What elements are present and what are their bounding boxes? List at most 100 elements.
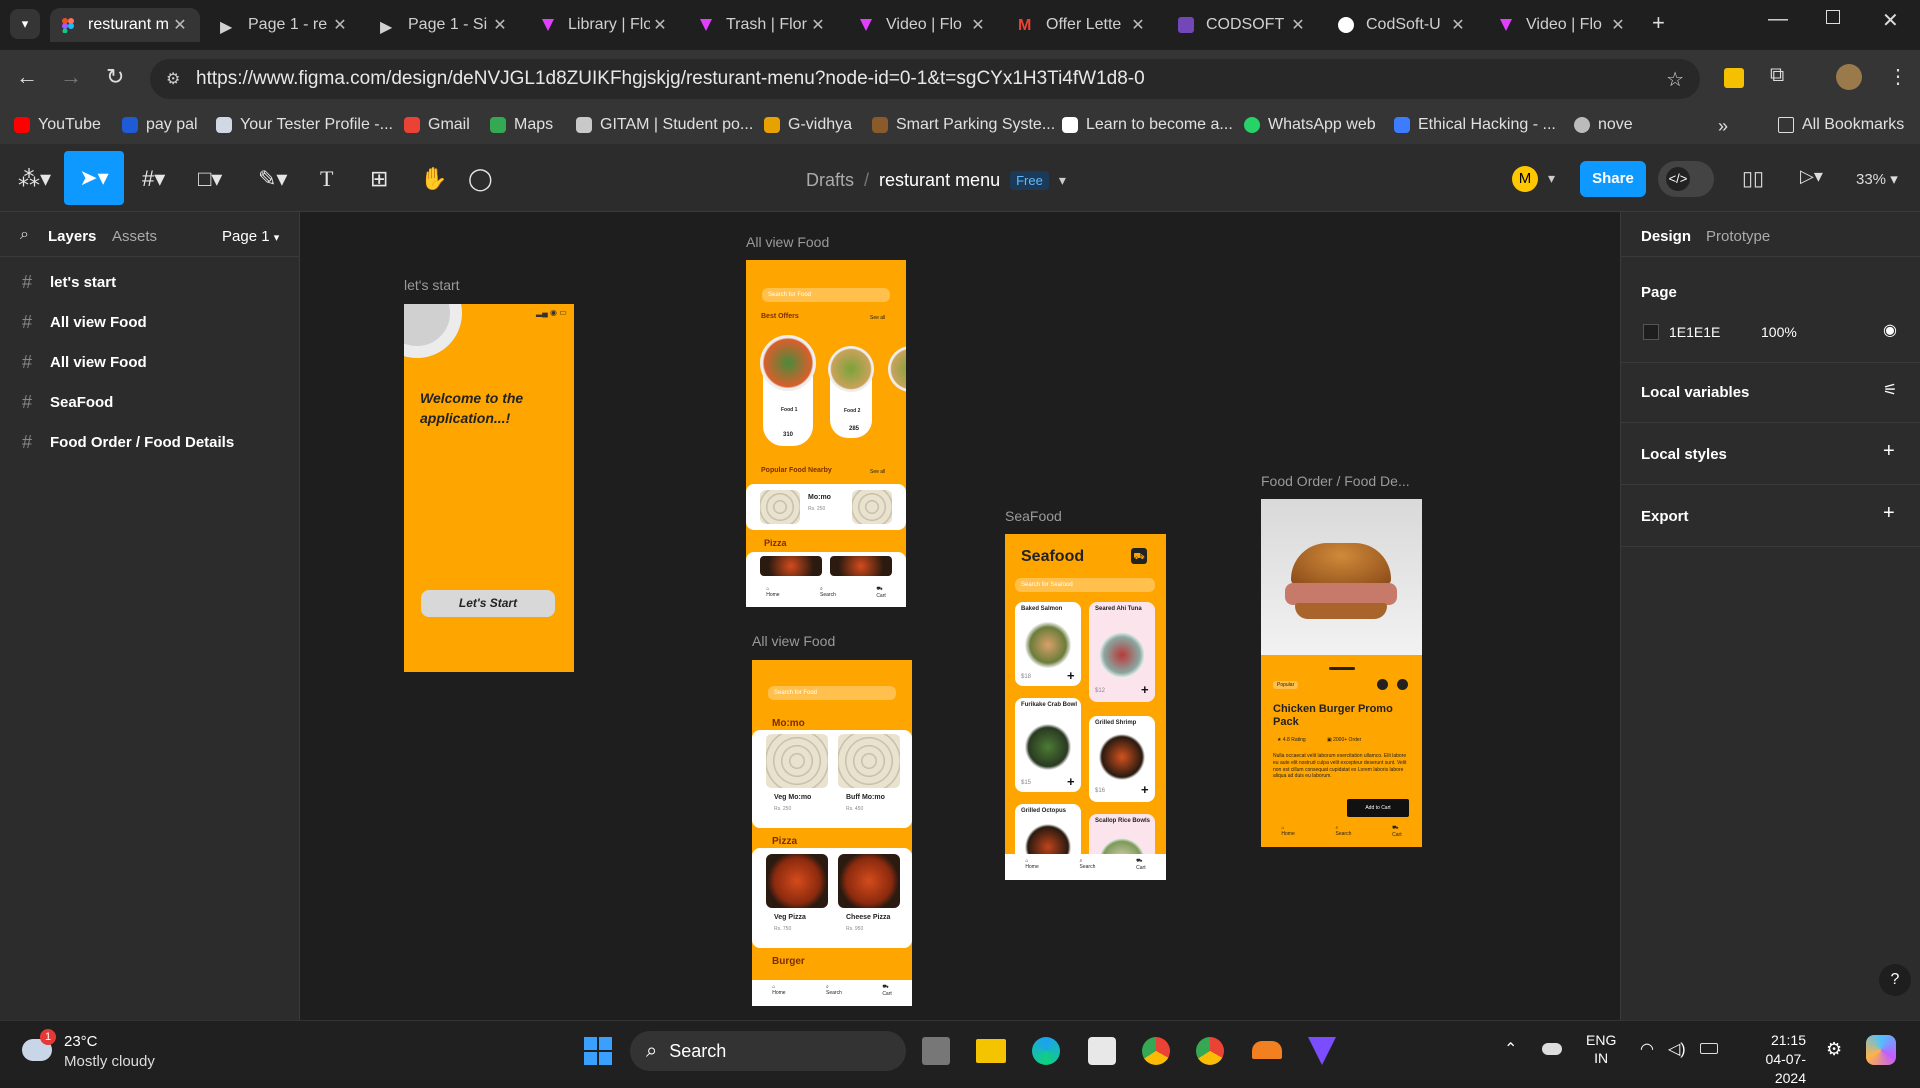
flow-app-icon[interactable] [1308,1037,1336,1065]
bookmark-paypal[interactable]: pay pal [122,116,198,134]
export-section[interactable]: Export [1641,508,1689,525]
task-view-icon[interactable] [922,1037,950,1065]
close-icon[interactable]: ✕ [1608,15,1628,35]
add-to-cart-button[interactable]: Add to Cart [1347,799,1409,817]
breadcrumb-drafts[interactable]: Drafts [806,170,854,191]
restore-button[interactable] [1826,10,1840,24]
main-menu-icon[interactable]: ⁂▾ [18,166,51,192]
add-icon[interactable]: + [1141,682,1149,697]
nav-search[interactable]: ⌕ Search [1336,825,1352,847]
close-icon[interactable]: ✕ [1288,15,1308,35]
tab-library[interactable]: Library | Flo ✕ [530,8,680,42]
library-book-icon[interactable]: ▯▯ [1742,166,1764,191]
tab-layers[interactable]: Layers [48,228,96,245]
tab-page1-si[interactable]: ▶ Page 1 - Si ✕ [370,8,520,42]
edge-icon[interactable] [1032,1037,1060,1065]
frame-food-order[interactable]: Popular Chicken Burger Promo Pack ★ 4.8 … [1261,499,1422,847]
frame-label-food-order[interactable]: Food Order / Food De... [1261,473,1410,489]
seafood-card-baked-salmon[interactable]: Baked Salmon $18 + [1015,602,1081,686]
bookmark-gmail[interactable]: Gmail [404,116,470,134]
reload-icon[interactable]: ↻ [106,64,124,90]
heart-icon[interactable] [1397,679,1408,690]
file-name[interactable]: resturant menu [879,170,1000,191]
page-selector[interactable]: Page 1 ▾ [222,228,279,245]
bookmark-ethical-hacking[interactable]: Ethical Hacking - ... [1394,116,1556,134]
new-tab-button[interactable]: + [1652,10,1665,36]
wifi-icon[interactable]: ◠ [1640,1039,1654,1059]
bookmark-tester-profile[interactable]: Your Tester Profile -... [216,116,393,134]
chrome-profile-icon[interactable] [1196,1037,1224,1065]
add-style-icon[interactable]: + [1883,440,1895,463]
nav-cart[interactable]: ⛟ Cart [1136,858,1145,880]
close-icon[interactable]: ✕ [330,15,350,35]
frame-label-all-view-food[interactable]: All view Food [746,234,829,250]
more-bookmarks-icon[interactable]: » [1718,116,1728,137]
browser-menu-icon[interactable]: ⋮ [1888,64,1908,89]
close-icon[interactable]: ✕ [968,15,988,35]
bookmark-smart-parking[interactable]: Smart Parking Syste... [872,116,1055,134]
tab-search-dropdown[interactable]: ▾ [10,9,40,39]
taskbar-search[interactable]: ⌕ Search [630,1031,906,1071]
nav-search[interactable]: ⌕ Search [826,984,842,1006]
layer-all-view-food-2[interactable]: # All view Food [22,352,147,373]
frame-all-view-food[interactable]: Search for Food Best Offers See all Food… [746,260,906,607]
nav-home[interactable]: ⌂ Home [1281,825,1294,847]
help-button[interactable]: ? [1879,964,1911,996]
close-icon[interactable]: ✕ [1128,15,1148,35]
tab-assets[interactable]: Assets [112,228,157,245]
nav-home[interactable]: ⌂ Home [1025,858,1038,880]
chevron-down-icon[interactable]: ▾ [1059,172,1066,189]
close-icon[interactable]: ✕ [170,15,190,35]
avatar[interactable]: M [1512,166,1538,192]
search-input[interactable]: Search for Food [762,288,890,302]
seafood-card-seared-tuna[interactable]: Seared Ahi Tuna $12 + [1089,602,1155,702]
cloud-app-icon[interactable] [1252,1041,1282,1059]
nav-cart[interactable]: ⛟ Cart [882,984,891,1006]
settings-icon[interactable]: ⚙ [1826,1039,1842,1060]
onedrive-icon[interactable] [1542,1043,1562,1055]
search-icon[interactable]: ⌕ [20,226,29,244]
clock[interactable]: 21:15 04-07-2024 [1740,1031,1806,1088]
tab-offer-letter[interactable]: M Offer Lette ✕ [1008,8,1158,42]
language-indicator[interactable]: ENG IN [1586,1031,1616,1067]
present-play-icon[interactable]: ▷▾ [1800,166,1823,187]
file-explorer-icon[interactable] [976,1039,1006,1063]
nav-search[interactable]: ⌕ Search [1080,858,1096,880]
forward-icon[interactable]: → [60,64,82,90]
extensions-icon[interactable]: ⧉ [1770,64,1784,87]
page-color-swatch[interactable] [1643,324,1659,340]
frame-seafood[interactable]: Seafood ⛟ Search for Seafood Baked Salmo… [1005,534,1166,880]
battery-icon[interactable] [1700,1043,1718,1054]
tab-video[interactable]: Video | Flo ✕ [848,8,998,42]
frame-label-all-view-food-2[interactable]: All view Food [752,633,835,649]
back-icon[interactable]: ← [16,64,38,90]
profile-avatar[interactable] [1836,64,1862,90]
add-icon[interactable]: + [1141,782,1149,797]
seafood-card-crab-bowl[interactable]: Furikake Crab Bowl $15 + [1015,698,1081,792]
local-styles[interactable]: Local styles [1641,446,1727,463]
page-color-hex[interactable]: 1E1E1E [1669,324,1720,340]
dev-mode-toggle[interactable]: </> [1658,161,1714,197]
close-window-button[interactable]: ✕ [1882,8,1899,33]
tab-page1-re[interactable]: ▶ Page 1 - re ✕ [210,8,360,42]
move-tool-button[interactable]: ➤▾ [64,151,124,205]
bookmark-gvidhya[interactable]: G-vidhya [764,116,852,134]
nav-home[interactable]: ⌂ Home [766,586,779,607]
chevron-up-icon[interactable]: ⌃ [1504,1039,1517,1059]
cart-icon[interactable]: ⛟ [1131,548,1147,564]
tab-trash[interactable]: Trash | Flor ✕ [688,8,838,42]
plan-badge[interactable]: Free [1010,171,1049,190]
tab-prototype[interactable]: Prototype [1706,228,1770,245]
sliders-icon[interactable]: ⚟ [1883,380,1897,400]
nav-home[interactable]: ⌂ Home [772,984,785,1006]
all-bookmarks[interactable]: All Bookmarks [1778,116,1904,134]
bookmark-gitam[interactable]: GITAM | Student po... [576,116,753,134]
resources-icon[interactable]: ⊞ [370,166,388,192]
tab-design[interactable]: Design [1641,228,1691,245]
shape-tool-icon[interactable]: □▾ [198,166,222,192]
layer-all-view-food[interactable]: # All view Food [22,312,147,333]
extension-notes-icon[interactable] [1724,68,1744,88]
volume-icon[interactable]: ◁) [1668,1039,1686,1059]
bookmark-youtube[interactable]: YouTube [14,116,101,134]
bookmark-whatsapp[interactable]: WhatsApp web [1244,116,1376,134]
